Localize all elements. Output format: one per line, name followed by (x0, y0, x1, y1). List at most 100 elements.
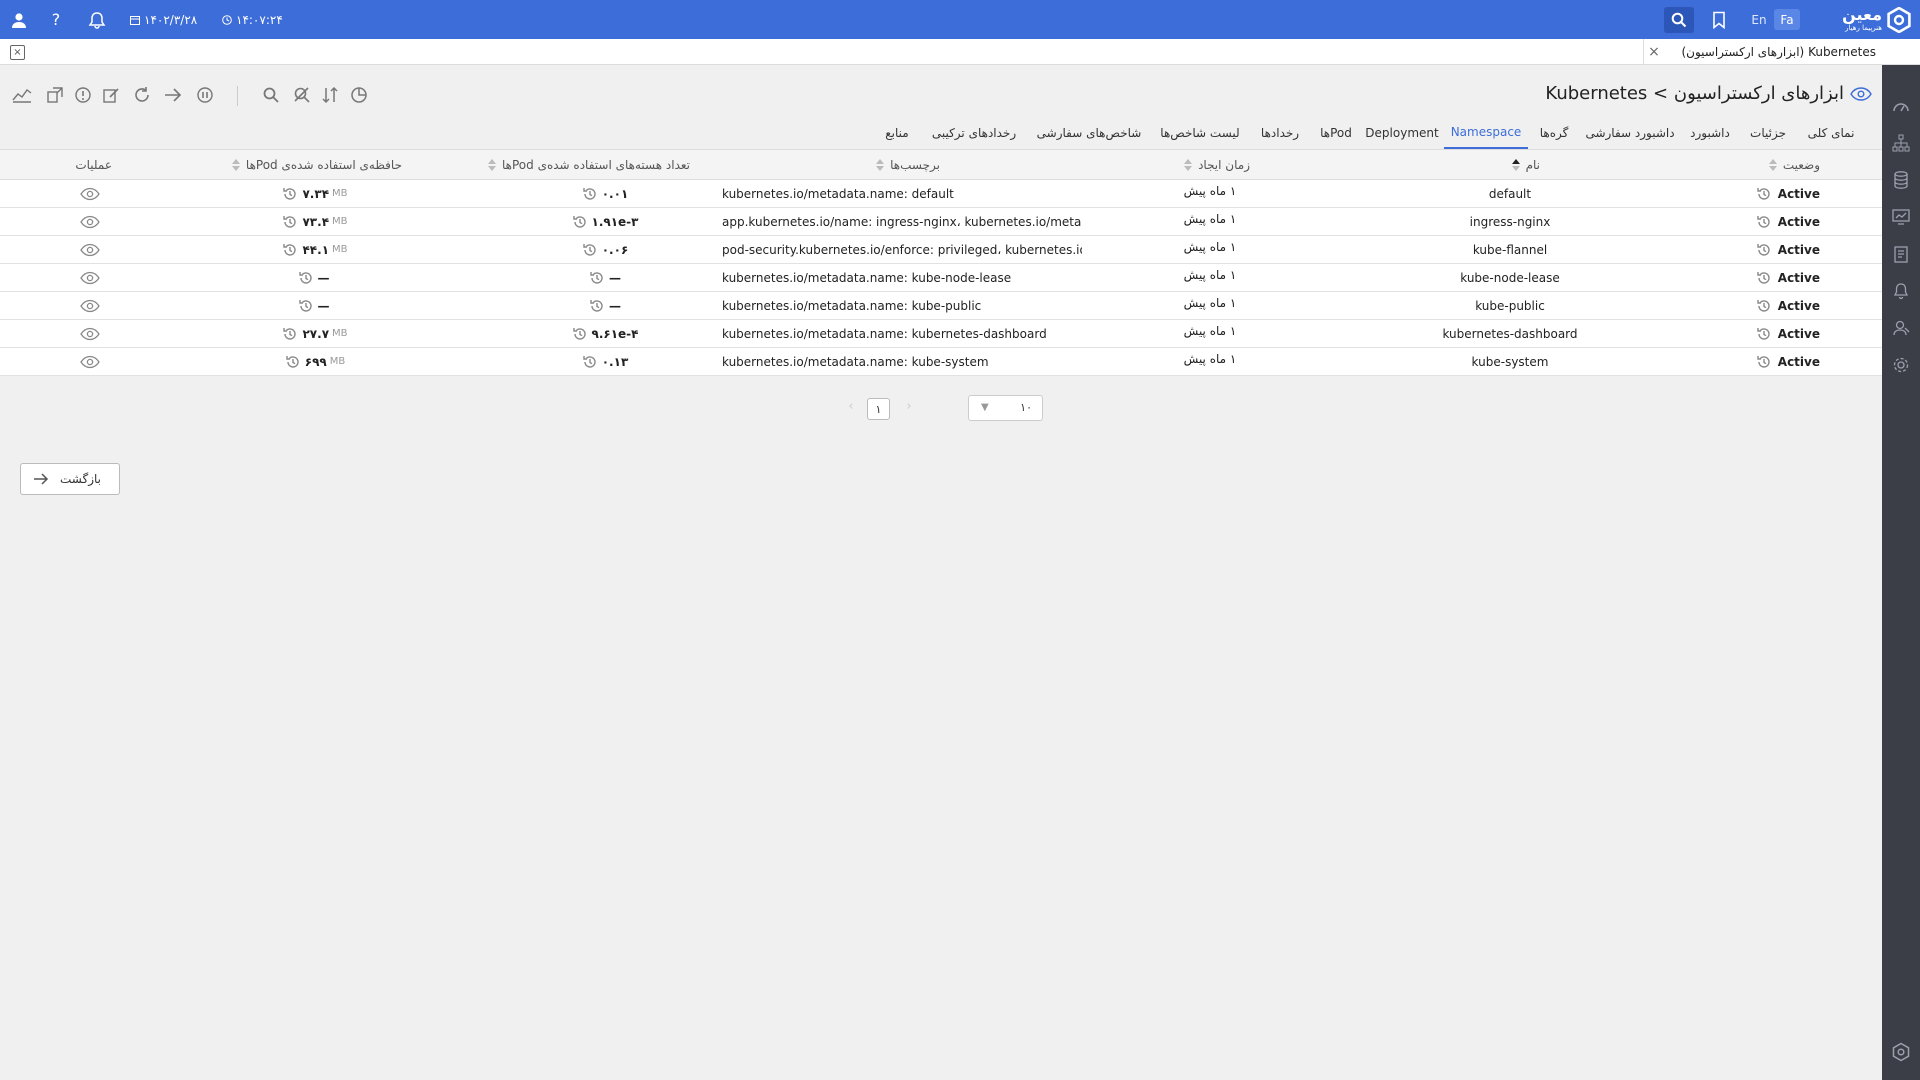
cell-created: ۱ ماه پیش (1183, 296, 1237, 310)
history-icon[interactable] (582, 186, 598, 202)
clear-search-icon[interactable] (291, 84, 313, 106)
table-row[interactable]: Active kube-flannel ۱ ماه پیش pod-security.… (0, 236, 1882, 264)
monitor-icon[interactable] (1891, 207, 1911, 227)
language-fa-button[interactable]: Fa (1774, 9, 1800, 30)
history-icon[interactable] (298, 270, 314, 286)
tab-resources[interactable]: منابع (876, 116, 918, 149)
view-eye-icon[interactable] (78, 292, 102, 319)
alert-bell-icon[interactable] (1891, 281, 1911, 301)
tab-details[interactable]: جزئیات (1740, 116, 1796, 149)
view-eye-icon[interactable] (78, 320, 102, 347)
sort-asc-icon (1511, 158, 1520, 172)
cell-created: ۱ ماه پیش (1183, 212, 1237, 226)
forward-arrow-icon[interactable] (162, 84, 184, 106)
header-name[interactable]: نام (1480, 150, 1540, 180)
tab-metrics-list[interactable]: لیست شاخص‌ها (1152, 116, 1248, 149)
report-icon[interactable] (1891, 244, 1911, 264)
view-eye-icon[interactable] (78, 208, 102, 235)
history-icon[interactable] (1756, 214, 1772, 230)
history-icon[interactable] (589, 270, 605, 286)
history-icon[interactable] (1756, 242, 1772, 258)
users-icon[interactable] (1891, 318, 1911, 338)
history-icon[interactable] (1756, 354, 1772, 370)
history-icon[interactable] (1756, 326, 1772, 342)
history-icon[interactable] (282, 186, 298, 202)
tab-deployment[interactable]: Deployment (1364, 116, 1440, 149)
tab-events[interactable]: رخدادها (1252, 116, 1308, 149)
cell-memory: — (265, 264, 365, 291)
table-row[interactable]: Active kube-public ۱ ماه پیش kubernetes.io/… (0, 292, 1882, 320)
history-icon[interactable] (1756, 298, 1772, 314)
history-icon[interactable] (282, 214, 298, 230)
history-icon[interactable] (1756, 186, 1772, 202)
header-cpu[interactable]: تعداد هسته‌های استفاده شده‌ی Podها (470, 150, 690, 180)
bookmark-icon[interactable] (1712, 0, 1730, 39)
header-created[interactable]: زمان ایجاد (1170, 150, 1250, 180)
notification-bell-icon[interactable] (88, 0, 108, 39)
close-all-tabs-button[interactable]: × (10, 45, 25, 60)
view-eye-icon[interactable] (78, 264, 102, 291)
history-icon[interactable] (1756, 270, 1772, 286)
alert-circle-icon[interactable] (72, 84, 94, 106)
search-icon[interactable] (260, 84, 282, 106)
settings-gear-icon[interactable] (1891, 355, 1911, 375)
view-eye-icon[interactable] (78, 348, 102, 375)
tab-nodes[interactable]: گره‌ها (1532, 116, 1576, 149)
cell-name[interactable]: kube-system (1420, 348, 1600, 375)
table-row[interactable]: Active default ۱ ماه پیش kubernetes.io/meta… (0, 180, 1882, 208)
sort-icon[interactable] (319, 84, 341, 106)
tab-namespace[interactable]: Namespace (1444, 116, 1528, 149)
help-icon[interactable]: ? (49, 0, 67, 39)
language-en-button[interactable]: En (1748, 9, 1770, 30)
export-icon[interactable] (44, 84, 66, 106)
cell-name[interactable]: kube-flannel (1420, 236, 1600, 263)
history-icon[interactable] (572, 214, 588, 230)
cell-name[interactable]: kubernetes-dashboard (1420, 320, 1600, 347)
user-icon[interactable] (10, 0, 32, 39)
tab-pods[interactable]: Podها (1312, 116, 1360, 149)
header-labels[interactable]: برچسب‌ها (860, 150, 940, 180)
cell-name[interactable]: kube-node-lease (1420, 264, 1600, 291)
brand-logo-icon[interactable] (1886, 0, 1914, 39)
history-icon[interactable] (282, 242, 298, 258)
history-icon[interactable] (298, 298, 314, 314)
prev-page-button[interactable]: › (902, 399, 916, 417)
pie-chart-icon[interactable] (348, 84, 370, 106)
tab-overview[interactable]: نمای کلی (1800, 116, 1862, 149)
back-button[interactable]: بازگشت (20, 463, 120, 495)
next-page-button[interactable]: ‹ (844, 399, 858, 417)
compare-chart-icon[interactable] (11, 84, 33, 106)
table-row[interactable]: Active ingress-nginx ۱ ماه پیش app.kubernet… (0, 208, 1882, 236)
table-row[interactable]: Active kubernetes-dashboard ۱ ماه پیش kuber… (0, 320, 1882, 348)
history-icon[interactable] (582, 354, 598, 370)
table-row[interactable]: Active kube-system ۱ ماه پیش kubernetes.io/… (0, 348, 1882, 376)
view-eye-icon[interactable] (1850, 86, 1872, 102)
global-search-button[interactable] (1664, 7, 1694, 33)
database-icon[interactable] (1891, 170, 1911, 190)
edit-icon[interactable] (100, 84, 122, 106)
history-icon[interactable] (285, 354, 301, 370)
cell-name[interactable]: ingress-nginx (1420, 208, 1600, 235)
history-icon[interactable] (589, 298, 605, 314)
dashboard-gauge-icon[interactable] (1891, 97, 1911, 117)
page-size-select[interactable]: ۱۰ ▼ (968, 395, 1043, 421)
table-row[interactable]: Active kube-node-lease ۱ ماه پیش kubernetes… (0, 264, 1882, 292)
tab-dashboard[interactable]: داشبورد (1684, 116, 1736, 149)
topology-icon[interactable] (1891, 133, 1911, 153)
view-eye-icon[interactable] (78, 180, 102, 207)
history-icon[interactable] (582, 242, 598, 258)
refresh-icon[interactable] (131, 84, 153, 106)
tab-custom-metrics[interactable]: شاخص‌های سفارشی (1030, 116, 1148, 149)
pause-icon[interactable] (194, 84, 216, 106)
history-icon[interactable] (572, 326, 588, 342)
page-number-button[interactable]: ۱ (867, 398, 890, 420)
tab-composite-events[interactable]: رخدادهای ترکیبی (922, 116, 1026, 149)
view-eye-icon[interactable] (78, 236, 102, 263)
header-status[interactable]: وضعیت (1760, 150, 1820, 180)
header-memory[interactable]: حافظه‌ی استفاده شده‌ی Podها (222, 150, 402, 180)
cell-name[interactable]: default (1420, 180, 1600, 207)
tab-kubernetes[interactable]: Kubernetes (ابزارهای ارکستراسیون) (1644, 39, 1920, 65)
cell-name[interactable]: kube-public (1420, 292, 1600, 319)
tab-custom-dashboard[interactable]: داشبورد سفارشی (1580, 116, 1680, 149)
history-icon[interactable] (282, 326, 298, 342)
